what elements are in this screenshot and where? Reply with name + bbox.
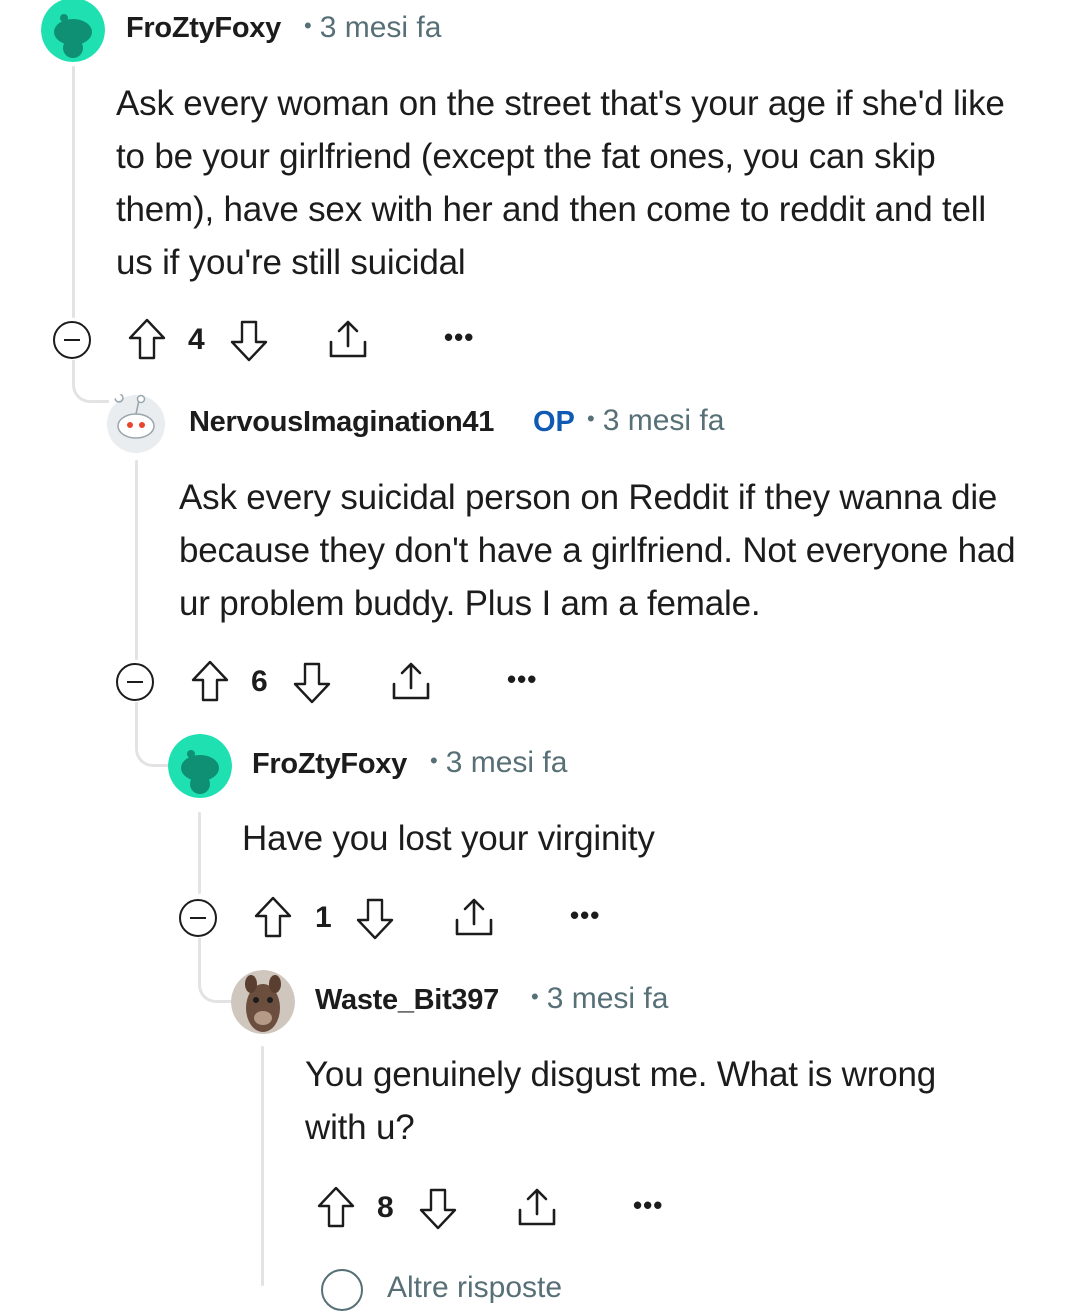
- timestamp: • 3 mesi fa: [304, 11, 442, 44]
- vote-score: 1: [315, 901, 332, 934]
- upvote-arrow-icon[interactable]: [189, 659, 231, 703]
- thread-connector: [198, 938, 235, 1003]
- collapse-thread-icon[interactable]: [116, 663, 154, 701]
- comment-body: Have you lost your virginity: [242, 819, 655, 858]
- vote-score: 8: [377, 1191, 394, 1224]
- upvote-arrow-icon[interactable]: [126, 317, 168, 361]
- username[interactable]: FroZtyFoxy: [126, 12, 281, 45]
- llama-avatar-icon: [231, 970, 295, 1034]
- share-icon[interactable]: [453, 896, 495, 938]
- timestamp: • 3 mesi fa: [430, 746, 568, 779]
- share-icon[interactable]: [327, 318, 369, 360]
- vote-score: 6: [251, 665, 268, 698]
- thread-line: [261, 1046, 264, 1286]
- thread-connector: [72, 360, 109, 403]
- downvote-arrow-icon[interactable]: [291, 661, 333, 705]
- share-icon[interactable]: [516, 1186, 558, 1228]
- downvote-arrow-icon[interactable]: [417, 1187, 459, 1231]
- upvote-arrow-icon[interactable]: [252, 895, 294, 939]
- username[interactable]: NervousImagination41: [189, 406, 494, 439]
- time-text: 3 mesi fa: [602, 404, 725, 437]
- time-text: 3 mesi fa: [445, 746, 568, 779]
- comment-body: Ask every suicidal person on Reddit if t…: [179, 478, 1016, 623]
- more-options-icon[interactable]: •••: [633, 1190, 663, 1221]
- thread-line: [72, 66, 75, 318]
- avatar[interactable]: [168, 734, 232, 798]
- username[interactable]: FroZtyFoxy: [252, 748, 407, 781]
- snoo-avatar-icon: [107, 393, 165, 453]
- collapse-thread-icon[interactable]: [53, 321, 91, 359]
- vote-score: 4: [188, 323, 205, 356]
- snoo-avatar-icon: [168, 734, 232, 798]
- more-replies-label: Altre risposte: [387, 1271, 563, 1304]
- upvote-arrow-icon[interactable]: [315, 1185, 357, 1229]
- avatar[interactable]: [231, 970, 295, 1034]
- time-text: 3 mesi fa: [319, 11, 442, 44]
- collapse-thread-icon[interactable]: [179, 899, 217, 937]
- more-options-icon[interactable]: •••: [570, 900, 600, 931]
- timestamp: • 3 mesi fa: [587, 404, 725, 437]
- downvote-arrow-icon[interactable]: [228, 319, 270, 363]
- username[interactable]: Waste_Bit397: [315, 984, 499, 1017]
- more-options-icon[interactable]: •••: [444, 322, 474, 353]
- comment-body: Ask every woman on the street that's you…: [116, 84, 1005, 282]
- avatar[interactable]: [105, 390, 167, 454]
- thread-line: [198, 812, 201, 894]
- thread-line: [135, 460, 138, 660]
- share-icon[interactable]: [390, 660, 432, 702]
- downvote-arrow-icon[interactable]: [354, 897, 396, 941]
- comment-body: You genuinely disgust me. What is wrong …: [305, 1055, 936, 1147]
- thread-connector: [135, 702, 172, 767]
- more-options-icon[interactable]: •••: [507, 664, 537, 695]
- avatar[interactable]: [41, 0, 105, 62]
- expand-replies-icon: [321, 1269, 363, 1311]
- time-text: 3 mesi fa: [546, 982, 669, 1015]
- timestamp: • 3 mesi fa: [531, 982, 669, 1015]
- op-badge: OP: [533, 406, 575, 438]
- snoo-avatar-icon: [41, 0, 105, 62]
